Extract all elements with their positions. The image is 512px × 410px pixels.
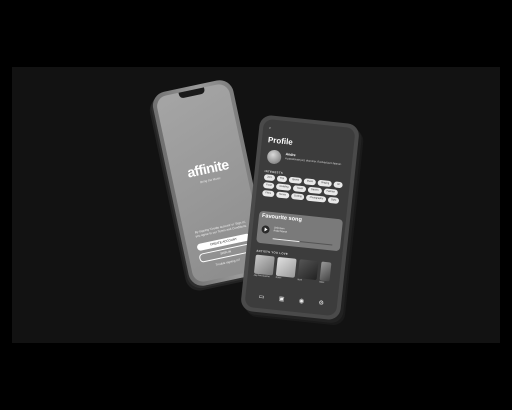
- back-icon[interactable]: ‹: [269, 125, 271, 131]
- progress-fill: [272, 238, 300, 243]
- interest-chip[interactable]: Pop: [276, 175, 288, 183]
- bottom-nav: ▭ ▣ ◉ ⚙: [251, 291, 332, 309]
- interest-chip[interactable]: Food: [262, 181, 275, 190]
- interest-chip[interactable]: Singing: [317, 179, 333, 188]
- interest-chip[interactable]: Fashion: [323, 188, 339, 196]
- settings-icon[interactable]: ⚙: [318, 300, 324, 307]
- user-icon[interactable]: ◉: [299, 298, 305, 305]
- interest-chip[interactable]: Style: [327, 196, 340, 205]
- interest-chip[interactable]: Games: [307, 186, 322, 195]
- interest-chip[interactable]: Music: [303, 178, 317, 186]
- user-bio: A passionate jazz drummer. Evolved jazz …: [284, 157, 342, 167]
- card-icon[interactable]: ▣: [278, 296, 284, 303]
- interest-chip[interactable]: Jazz: [263, 174, 276, 182]
- interest-chip[interactable]: Art: [333, 181, 344, 189]
- song-info: Unknown Artist Name: [273, 226, 287, 234]
- chat-icon[interactable]: ▭: [258, 294, 264, 301]
- profile-screen: ‹ Profile Andre A passionate jazz drumme…: [244, 118, 356, 317]
- interest-chip[interactable]: Travel: [293, 185, 307, 193]
- interest-chip[interactable]: Cycling: [290, 192, 305, 201]
- play-icon[interactable]: [261, 225, 270, 234]
- interest-chips: Jazz Pop Sports Music Singing Art Food Reading T…: [262, 174, 346, 205]
- song-artist: Artist Name: [273, 229, 288, 235]
- favourite-song-card[interactable]: Favourite song Unknown Artist Name: [256, 210, 344, 252]
- page-title: Profile: [267, 135, 294, 147]
- interest-chip[interactable]: Tennis: [275, 191, 290, 199]
- artist-name: Jay Dee Quartet: [253, 274, 270, 279]
- avatar[interactable]: [266, 149, 282, 165]
- artist-name: Noel: [297, 279, 303, 282]
- interest-chip[interactable]: Films: [262, 189, 275, 198]
- artist-thumb[interactable]: Robin: [275, 256, 297, 280]
- mockup-stage: affinite Bring the Music By tapping 'Cre…: [12, 67, 500, 343]
- interest-chip[interactable]: Reading: [276, 183, 292, 191]
- profile-phone: ‹ Profile Andre A passionate jazz drumme…: [239, 114, 361, 321]
- artist-thumb[interactable]: Noel: [297, 259, 319, 282]
- artist-name: Bass: [319, 281, 325, 284]
- progress-bar[interactable]: [272, 238, 333, 246]
- interest-chip[interactable]: Photography: [306, 194, 327, 203]
- favourite-song-label: Favourite song: [261, 213, 303, 224]
- artist-name: Robin: [275, 276, 282, 280]
- artist-thumb[interactable]: Bass: [319, 261, 332, 284]
- artists-row: Jay Dee Quartet Robin Noel Bass: [253, 254, 332, 284]
- artist-thumb[interactable]: Jay Dee Quartet: [253, 254, 275, 279]
- interest-chip[interactable]: Sports: [288, 176, 303, 184]
